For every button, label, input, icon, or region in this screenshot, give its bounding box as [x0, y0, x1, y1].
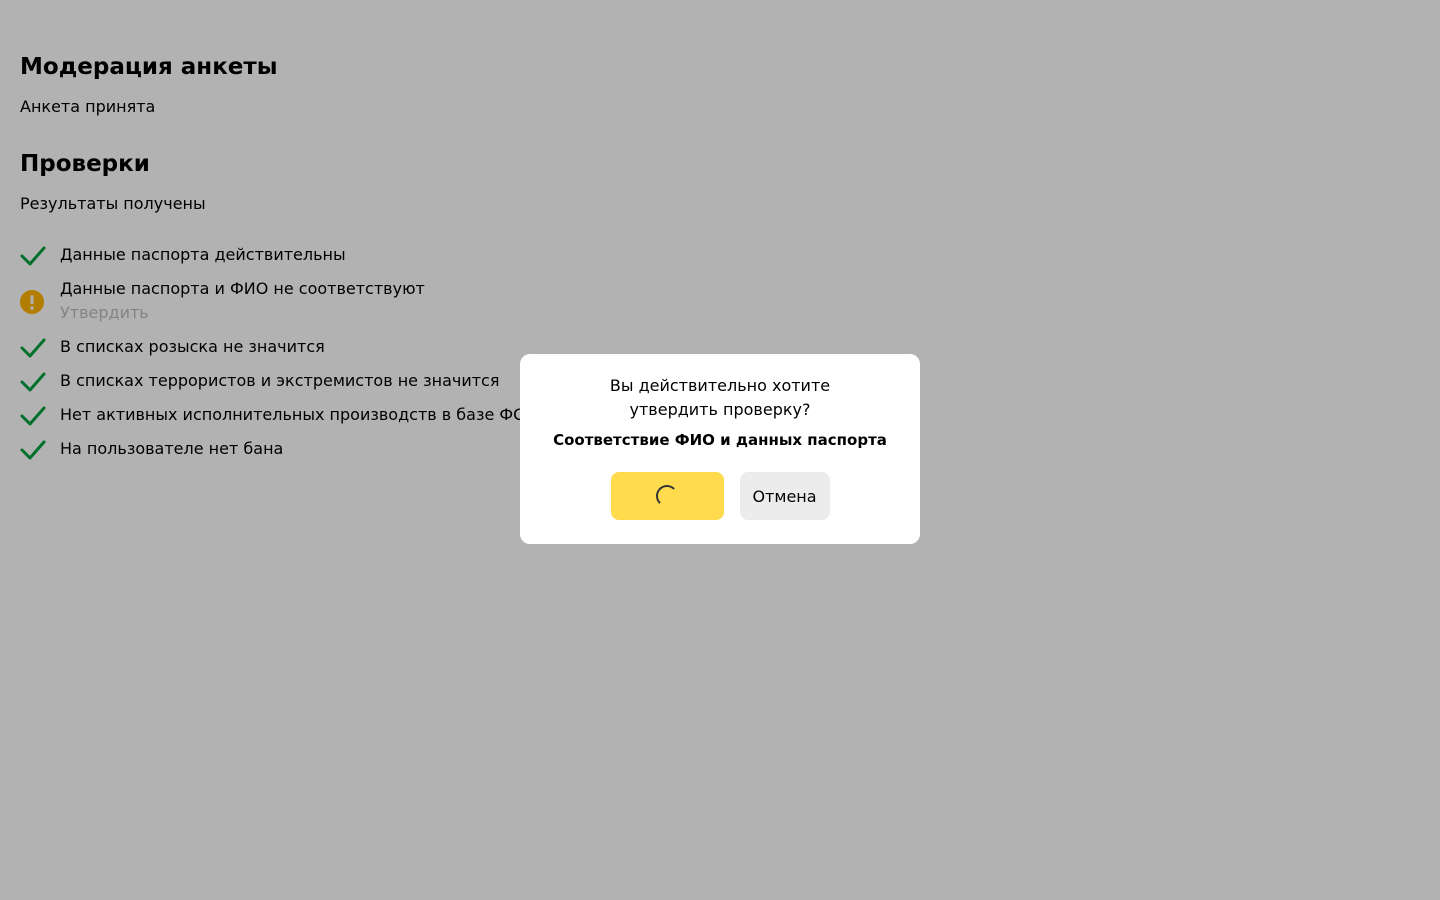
page: Модерация анкеты Анкета принята Проверки…	[0, 0, 1440, 900]
dialog-question: Вы действительно хотите утвердить провер…	[609, 376, 831, 419]
loading-spinner-icon	[656, 485, 678, 507]
confirm-dialog: Вы действительно хотите утвердить провер…	[520, 354, 920, 544]
confirm-button[interactable]	[610, 472, 724, 520]
cancel-button[interactable]: Отмена	[739, 472, 830, 520]
dialog-subject: Соответствие ФИО и данных паспорта	[553, 431, 887, 449]
dialog-actions: Отмена	[550, 472, 890, 520]
